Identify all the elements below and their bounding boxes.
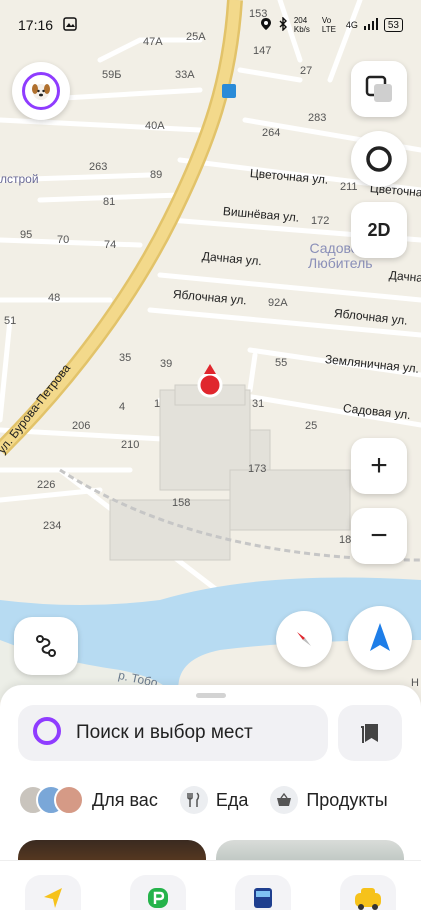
house-number: 51 (4, 315, 17, 327)
bus-icon (254, 888, 273, 908)
compass-icon (297, 632, 311, 646)
house-number: 39 (160, 358, 173, 370)
house-number: 1 (154, 398, 161, 410)
house-number: 95 (20, 229, 33, 241)
parking-icon (147, 888, 168, 908)
zoom-out-button[interactable]: − (351, 508, 407, 564)
category-food[interactable]: Еда (179, 786, 249, 814)
house-number: 59Б (102, 69, 122, 81)
house-number: 263 (89, 161, 108, 173)
compass-button[interactable] (276, 611, 332, 667)
house-number: 33A (175, 69, 195, 81)
signal-type: 4G (345, 20, 358, 30)
nav-navigator[interactable] (24, 875, 81, 910)
gallery-notification-icon (63, 16, 77, 34)
house-number: 173 (248, 463, 267, 475)
house-number: 18 (339, 534, 352, 546)
house-number: 210 (121, 439, 140, 451)
house-number: 35 (119, 352, 132, 364)
house-number: 4 (119, 401, 126, 413)
bookmarks-button[interactable] (338, 705, 402, 761)
house-number: 74 (104, 239, 117, 251)
route-icon (36, 635, 56, 657)
house-number: 40A (145, 120, 165, 132)
category-label: Для вас (92, 789, 158, 810)
my-location-button[interactable] (348, 606, 412, 670)
house-number: 264 (262, 127, 281, 139)
status-time: 17:16 (18, 17, 54, 33)
battery-level: 53 (387, 19, 399, 31)
house-number: Н (411, 677, 419, 689)
map-mode-toggle[interactable]: 2D (351, 202, 407, 258)
category-groceries[interactable]: Продукты (270, 786, 388, 814)
house-number: 158 (172, 497, 191, 509)
house-number: 172 (311, 215, 330, 227)
house-number: 81 (103, 196, 116, 208)
category-for-you[interactable]: Для вас (18, 785, 158, 815)
taxi-icon (355, 888, 382, 910)
search-input[interactable]: Поиск и выбор мест (76, 722, 253, 744)
house-number: 211 (340, 181, 358, 193)
navigator-arrow-icon (43, 888, 62, 908)
sheet-handle[interactable] (196, 693, 226, 698)
district-label: лстрой (0, 172, 39, 186)
avatar (22, 72, 60, 110)
volte-badge: Vo LTE (321, 16, 336, 34)
house-number: 206 (72, 420, 91, 432)
street-label: Дачна (388, 268, 421, 285)
status-bar: 17:16 204 Kb/s Vo LTE 4G 53 (0, 0, 421, 50)
bottom-navigation (0, 860, 421, 910)
category-label: Еда (215, 789, 249, 810)
fuel-button[interactable] (351, 131, 407, 187)
zoom-in-button[interactable]: + (351, 438, 407, 494)
house-number: 25 (305, 420, 318, 432)
battery-icon: 53 (383, 18, 403, 32)
dog-icon (32, 84, 50, 100)
nav-parking[interactable] (129, 875, 186, 910)
house-number: 89 (150, 169, 163, 181)
bookmarks-icon (361, 724, 378, 743)
house-number: 48 (48, 292, 61, 304)
ring-icon (366, 146, 392, 172)
category-label: Продукты (306, 789, 388, 810)
nav-transport[interactable] (235, 875, 292, 910)
alice-icon[interactable] (32, 716, 62, 751)
house-number: 27 (300, 65, 313, 77)
bluetooth-icon (278, 15, 288, 34)
navigation-arrow-icon (370, 623, 390, 651)
network-speed: 204 Kb/s (293, 16, 310, 34)
groceries-icon (270, 786, 299, 814)
layers-icon (365, 75, 392, 102)
house-number: 226 (37, 479, 56, 491)
house-number: 234 (43, 520, 62, 532)
house-number: 92A (268, 297, 288, 309)
search-bar[interactable]: Поиск и выбор мест (18, 705, 328, 761)
profile-avatar-button[interactable] (12, 62, 70, 120)
layers-button[interactable] (351, 61, 407, 117)
route-button[interactable] (14, 617, 78, 675)
house-number: 70 (57, 234, 70, 246)
nav-taxi[interactable] (340, 875, 397, 910)
location-icon (260, 17, 272, 34)
house-number: 283 (308, 112, 327, 124)
signal-icon (363, 17, 378, 33)
house-number: 55 (275, 357, 288, 369)
house-number: 31 (252, 398, 265, 410)
food-icon (179, 786, 208, 814)
category-row: Для вас Еда Продукты (18, 785, 388, 815)
for-you-icon (18, 785, 84, 815)
